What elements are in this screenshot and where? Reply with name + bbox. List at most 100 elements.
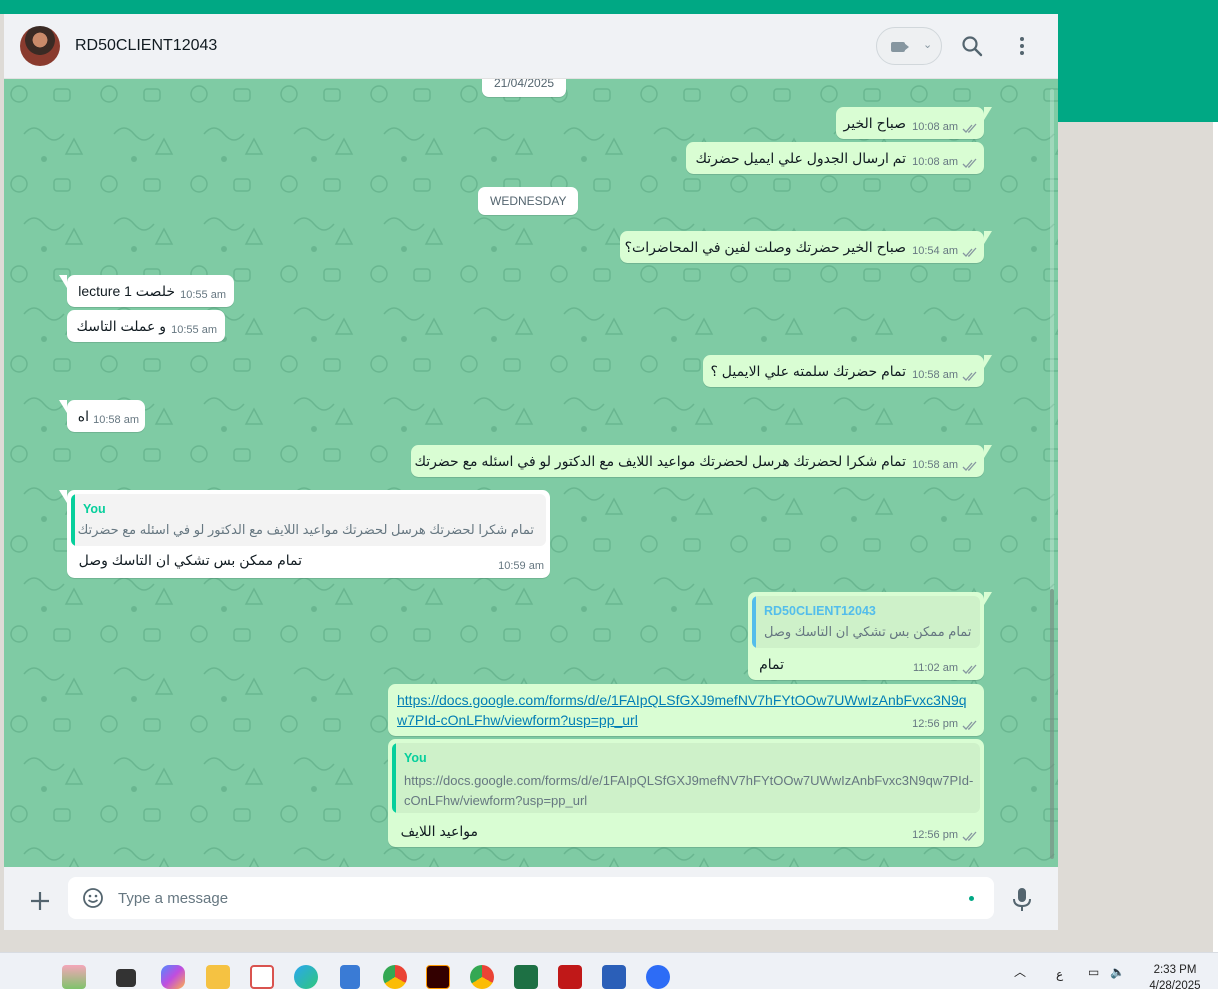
message-time: 10:08 am xyxy=(912,156,958,168)
message-time: 10:54 am xyxy=(912,245,958,257)
quoted-message[interactable]: You https://docs.google.com/forms/d/e/1F… xyxy=(392,743,980,813)
message-outgoing[interactable]: صباح الخير 10:08 am xyxy=(836,107,992,139)
double-check-icon xyxy=(962,371,977,381)
emoji-icon[interactable] xyxy=(82,887,104,909)
message-list[interactable]: 21/04/2025 صباح الخير 10:08 am تم ارسال … xyxy=(4,79,1058,867)
edge-icon[interactable] xyxy=(294,965,318,989)
message-time: 10:55 am xyxy=(171,324,217,336)
mic-icon[interactable] xyxy=(1012,887,1032,913)
message-link[interactable]: https://docs.google.com/forms/d/e/1FAIpQ… xyxy=(397,690,972,730)
clock-time: 2:33 PM xyxy=(1153,964,1197,976)
zoom-icon[interactable] xyxy=(646,965,670,989)
chevron-up-icon[interactable]: ︿ xyxy=(1014,963,1026,980)
excel-icon[interactable] xyxy=(514,965,538,989)
video-call-icon xyxy=(891,42,905,52)
chrome-icon[interactable] xyxy=(383,965,407,989)
word-icon[interactable] xyxy=(602,965,626,989)
message-text: اه xyxy=(77,408,89,424)
message-time: 12:56 pm xyxy=(912,829,958,841)
message-text: تمام ممكن بس تشكي ان التاسك وصل xyxy=(78,552,302,568)
mcafee-icon[interactable] xyxy=(558,965,582,989)
message-time: 10:55 am xyxy=(180,289,226,301)
quote-author: You xyxy=(83,502,106,516)
chevron-down-icon: ⌄ xyxy=(923,39,933,51)
date-chip: 21/04/2025 xyxy=(482,79,567,97)
notepad-icon[interactable] xyxy=(340,965,360,989)
message-text: تمام شكرا لحضرتك هرسل لحضرتك مواعيد اللا… xyxy=(414,453,906,469)
double-check-icon xyxy=(962,247,977,257)
plus-icon[interactable] xyxy=(28,889,52,913)
contact-name[interactable]: RD50CLIENT12043 xyxy=(75,37,217,55)
quote-text: تمام شكرا لحضرتك هرسل لحضرتك مواعيد اللا… xyxy=(77,522,534,537)
message-time: 10:08 am xyxy=(912,121,958,133)
widgets-icon[interactable] xyxy=(62,965,86,989)
chrome-profile-icon[interactable] xyxy=(470,965,494,989)
screen: RD50CLIENT12043 ⌄ 21/04/2025 صباح الخير … xyxy=(0,0,1218,989)
status-dot xyxy=(969,896,974,901)
date-chip: WEDNESDAY xyxy=(478,187,579,215)
double-check-icon xyxy=(962,664,977,674)
network-icon[interactable]: ▭ xyxy=(1088,965,1099,979)
chat-header: RD50CLIENT12043 ⌄ xyxy=(4,14,1058,79)
message-text: خلصت lecture 1 xyxy=(78,283,175,299)
message-outgoing-reply[interactable]: RD50CLIENT12043 تمام ممكن بس تشكي ان الت… xyxy=(748,592,992,680)
clock-date: 4/28/2025 xyxy=(1149,980,1201,989)
quote-text: https://docs.google.com/forms/d/e/1FAIpQ… xyxy=(404,773,974,808)
message-text: صباح الخير xyxy=(843,115,906,131)
message-text: تم ارسال الجدول علي ايميل حضرتك xyxy=(695,150,906,166)
message-text: مواعيد اللايف xyxy=(400,823,478,839)
video-call-button[interactable]: ⌄ xyxy=(876,27,942,65)
window-edge xyxy=(1213,122,1218,952)
snipping-tool-icon[interactable] xyxy=(250,965,274,989)
double-check-icon xyxy=(962,461,977,471)
volume-icon[interactable]: 🔈 xyxy=(1110,965,1125,979)
message-time: 10:58 am xyxy=(912,369,958,381)
app-background xyxy=(1058,122,1218,952)
task-view-icon[interactable] xyxy=(116,969,136,987)
message-text: تمام xyxy=(759,656,784,672)
message-outgoing-link[interactable]: https://docs.google.com/forms/d/e/1FAIpQ… xyxy=(388,684,984,736)
message-incoming-reply[interactable]: You تمام شكرا لحضرتك هرسل لحضرتك مواعيد … xyxy=(59,490,550,578)
message-time: 12:56 pm xyxy=(912,718,958,730)
composer xyxy=(4,867,1058,930)
search-icon[interactable] xyxy=(960,34,984,58)
message-text: تمام حضرتك سلمته علي الايميل ؟ xyxy=(710,363,906,379)
copilot-icon[interactable] xyxy=(161,965,185,989)
double-check-icon xyxy=(962,720,977,730)
message-incoming[interactable]: خلصت lecture 1 10:55 am xyxy=(59,275,234,307)
double-check-icon xyxy=(962,831,977,841)
message-outgoing[interactable]: تمام حضرتك سلمته علي الايميل ؟ 10:58 am xyxy=(703,355,992,387)
message-text: و عملت التاسك xyxy=(76,318,166,334)
quote-author: You xyxy=(404,751,427,765)
message-outgoing[interactable]: صباح الخير حضرتك وصلت لفين في المحاضرات؟… xyxy=(620,231,992,263)
chat-scrollbar[interactable] xyxy=(1050,89,1054,859)
avatar[interactable] xyxy=(20,26,60,66)
message-incoming[interactable]: اه 10:58 am xyxy=(59,400,145,432)
menu-icon[interactable] xyxy=(1010,34,1034,58)
message-input-box[interactable] xyxy=(68,877,994,919)
message-time: 10:59 am xyxy=(498,560,544,572)
message-outgoing[interactable]: تم ارسال الجدول علي ايميل حضرتك 10:08 am xyxy=(686,142,984,174)
quote-author: RD50CLIENT12043 xyxy=(764,604,876,618)
message-time: 11:02 am xyxy=(912,662,958,674)
quote-text: تمام ممكن بس تشكي ان التاسك وصل xyxy=(764,624,972,639)
message-input[interactable] xyxy=(118,877,958,919)
app-green-band xyxy=(1058,0,1218,122)
taskbar: ︿ ع ▭ 🔈 2:33 PM 4/28/2025 xyxy=(0,952,1218,989)
message-text: صباح الخير حضرتك وصلت لفين في المحاضرات؟ xyxy=(624,239,906,255)
double-check-icon xyxy=(962,123,977,133)
file-explorer-icon[interactable] xyxy=(206,965,230,989)
message-time: 10:58 am xyxy=(912,459,958,471)
message-incoming[interactable]: و عملت التاسك 10:55 am xyxy=(67,310,225,342)
message-outgoing[interactable]: تمام شكرا لحضرتك هرسل لحضرتك مواعيد اللا… xyxy=(411,445,992,477)
quoted-message[interactable]: You تمام شكرا لحضرتك هرسل لحضرتك مواعيد … xyxy=(71,494,546,546)
double-check-icon xyxy=(962,158,977,168)
clock[interactable]: 2:33 PM 4/28/2025 xyxy=(1140,962,1210,989)
app-top-strip xyxy=(0,0,1218,14)
quoted-message[interactable]: RD50CLIENT12043 تمام ممكن بس تشكي ان الت… xyxy=(752,596,980,648)
message-outgoing-reply[interactable]: You https://docs.google.com/forms/d/e/1F… xyxy=(388,739,984,847)
chat-window: RD50CLIENT12043 ⌄ 21/04/2025 صباح الخير … xyxy=(4,14,1058,930)
illustrator-icon[interactable] xyxy=(426,965,450,989)
message-time: 10:58 am xyxy=(93,414,139,426)
language-indicator[interactable]: ع xyxy=(1056,967,1063,981)
